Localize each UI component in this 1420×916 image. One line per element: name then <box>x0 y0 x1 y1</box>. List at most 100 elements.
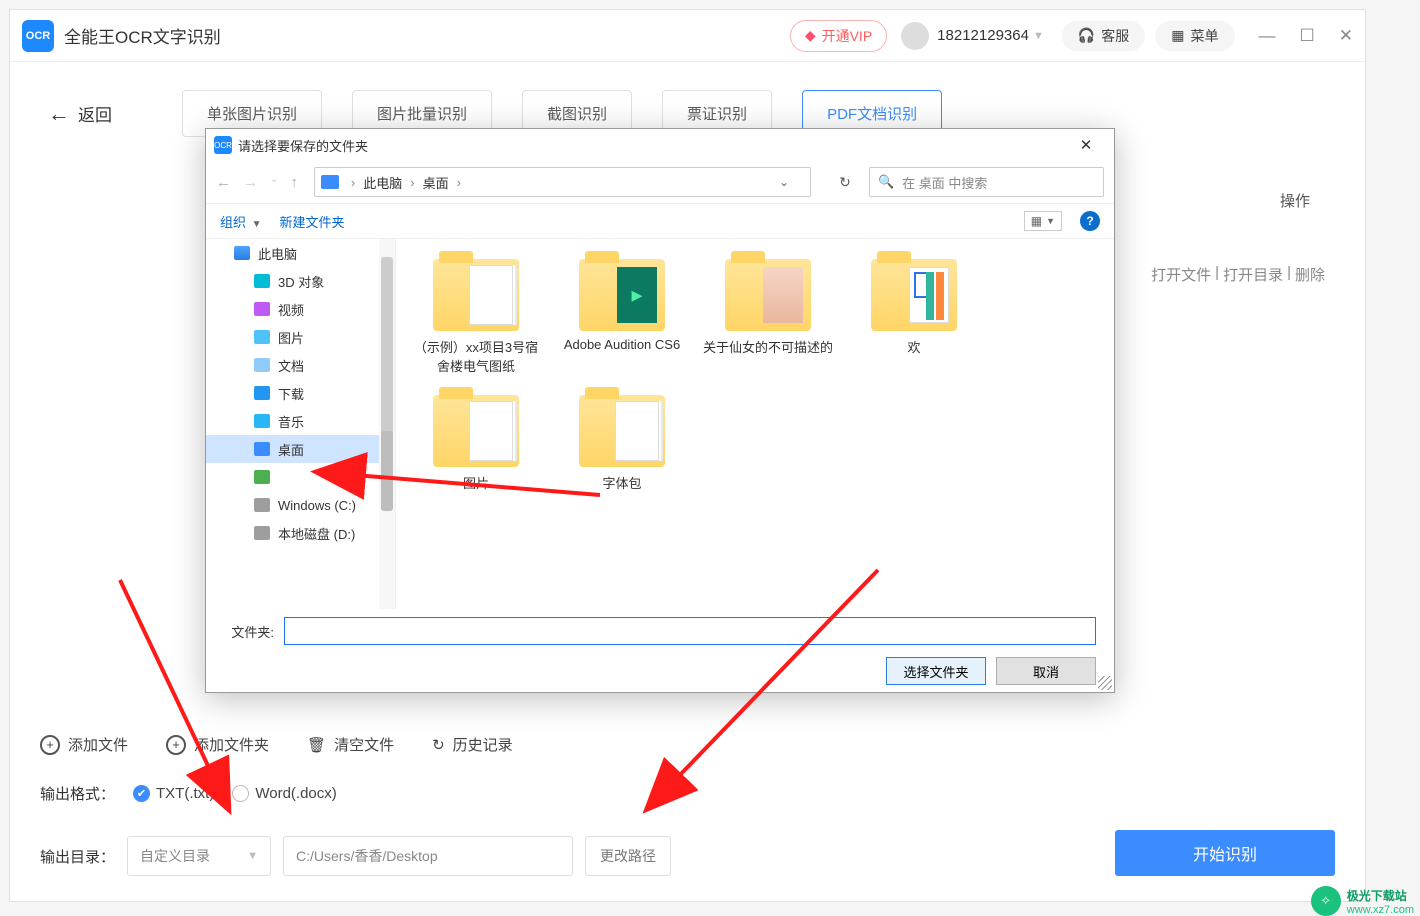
cancel-button[interactable]: 取消 <box>996 657 1096 685</box>
radio-txt[interactable]: ✔TXT(.txt) <box>133 785 214 802</box>
nav-refresh-button[interactable]: ↻ <box>827 174 863 191</box>
pic-icon <box>254 330 270 344</box>
headset-icon: 🎧 <box>1078 27 1095 44</box>
tree-item-此电脑[interactable]: 此电脑 <box>206 239 395 267</box>
tree-item-文档[interactable]: 文档 <box>206 351 395 379</box>
column-header-operations: 操作 <box>1280 190 1310 211</box>
dialog-close-button[interactable]: ✕ <box>1066 136 1106 154</box>
minimize-button[interactable]: — <box>1259 26 1276 46</box>
scrollbar-thumb[interactable] <box>381 257 393 457</box>
vip-label: 开通VIP <box>822 26 873 46</box>
resize-grip[interactable] <box>1098 676 1112 690</box>
folder-label: 字体包 <box>602 473 641 492</box>
tree-item-label: 下载 <box>278 384 304 403</box>
vip-button[interactable]: ◆ 开通VIP <box>790 20 887 52</box>
plus-icon: + <box>40 735 60 755</box>
scrollbar-thumb[interactable] <box>381 431 393 511</box>
app-logo: OCR <box>22 20 54 52</box>
folder-label: Adobe Audition CS6 <box>564 337 680 352</box>
customer-service-button[interactable]: 🎧 客服 <box>1062 21 1145 51</box>
back-label: 返回 <box>78 101 112 126</box>
clear-files-button[interactable]: 🗑清空文件 <box>307 734 394 755</box>
tree-item-8[interactable] <box>206 463 395 491</box>
video-icon <box>254 302 270 316</box>
tree-item-3D 对象[interactable]: 3D 对象 <box>206 267 395 295</box>
output-dir-label: 输出目录： <box>40 846 115 867</box>
action-open-file[interactable]: 打开文件 <box>1151 264 1211 285</box>
crumb-desktop[interactable]: 桌面 <box>423 173 449 192</box>
crumb-this-pc[interactable]: 此电脑 <box>363 173 402 192</box>
tree-item-图片[interactable]: 图片 <box>206 323 395 351</box>
start-recognize-button[interactable]: 开始识别 <box>1115 830 1335 876</box>
folder-icon <box>433 395 519 467</box>
select-folder-button[interactable]: 选择文件夹 <box>886 657 986 685</box>
breadcrumb-dropdown[interactable]: ⌄ <box>764 175 804 189</box>
back-button[interactable]: ← 返回 <box>48 101 112 127</box>
diamond-icon: ◆ <box>805 27 816 44</box>
watermark: ✧ 极光下载站 www.xz7.com <box>1311 886 1414 916</box>
folder-item[interactable]: 图片 <box>408 395 544 492</box>
tree-item-桌面[interactable]: 桌面 <box>206 435 395 463</box>
folder-icon <box>725 259 811 331</box>
output-dir-mode-select[interactable]: 自定义目录▼ <box>127 836 271 876</box>
help-button[interactable]: ? <box>1080 211 1100 231</box>
nav-up-button[interactable]: ↑ <box>290 174 298 191</box>
output-path-input[interactable]: C:/Users/香香/Desktop <box>283 836 573 876</box>
tree-item-下载[interactable]: 下载 <box>206 379 395 407</box>
folder-item[interactable]: 关于仙女的不可描述的 <box>700 259 836 375</box>
tree-item-label: 音乐 <box>278 412 304 431</box>
folder-grid: （示例）xx项目3号宿舍楼电气图纸▸Adobe Audition CS6 关于仙女… <box>396 239 1114 609</box>
tree-item-Windows (C:)[interactable]: Windows (C:) <box>206 491 395 519</box>
history-icon: ↻ <box>432 736 445 754</box>
action-open-dir[interactable]: 打开目录 <box>1223 264 1283 285</box>
history-button[interactable]: ↻历史记录 <box>432 734 513 755</box>
change-path-button[interactable]: 更改路径 <box>585 836 671 876</box>
breadcrumb[interactable]: › 此电脑 › 桌面 › ⌄ <box>314 167 811 197</box>
folder-label: 关于仙女的不可描述的 <box>703 337 833 356</box>
chevron-down-icon[interactable]: ▼ <box>1033 30 1044 42</box>
maximize-button[interactable]: ☐ <box>1300 26 1315 46</box>
menu-button[interactable]: ▦ 菜单 <box>1155 21 1234 51</box>
folder-item[interactable]: （示例）xx项目3号宿舍楼电气图纸 <box>408 259 544 375</box>
arrow-left-icon: ← <box>48 101 70 127</box>
user-phone[interactable]: 18212129364 <box>937 27 1029 44</box>
chevron-down-icon: ▼ <box>247 850 258 862</box>
check-icon: ✔ <box>133 785 150 802</box>
radio-docx[interactable]: Word(.docx) <box>232 785 336 802</box>
close-button[interactable]: ✕ <box>1339 26 1353 46</box>
nav-back-button[interactable]: ← <box>216 174 231 191</box>
dialog-title: 请选择要保存的文件夹 <box>238 136 368 155</box>
tree-item-label: 文档 <box>278 356 304 375</box>
nav-forward-button[interactable]: → <box>243 174 258 191</box>
pc-icon <box>234 246 250 260</box>
folder-item[interactable]: 欢 <box>846 259 982 375</box>
new-folder-button[interactable]: 新建文件夹 <box>280 212 345 231</box>
tree-item-本地磁盘 (D:)[interactable]: 本地磁盘 (D:) <box>206 519 395 547</box>
drive-icon <box>254 498 270 512</box>
tree-item-视频[interactable]: 视频 <box>206 295 395 323</box>
folder-icon <box>871 259 957 331</box>
add-folder-button[interactable]: +添加文件夹 <box>166 734 269 755</box>
grid-icon: ▦ <box>1171 27 1184 44</box>
watermark-text: 极光下载站 <box>1347 887 1414 904</box>
tree-item-音乐[interactable]: 音乐 <box>206 407 395 435</box>
nav-recent-button[interactable]: ⌄ <box>270 174 278 191</box>
organize-menu[interactable]: 组织 ▼ <box>220 212 262 231</box>
folder-name-input[interactable] <box>284 617 1096 645</box>
trash-icon: 🗑 <box>307 736 326 754</box>
folder-icon <box>579 395 665 467</box>
search-icon: 🔍 <box>878 174 894 190</box>
view-options-button[interactable]: ▦ ▼ <box>1024 211 1062 231</box>
search-input[interactable]: 🔍 在 桌面 中搜索 <box>869 167 1104 197</box>
app-title: 全能王OCR文字识别 <box>64 23 221 48</box>
tree-item-label: 桌面 <box>278 440 304 459</box>
folder-item[interactable]: 字体包 <box>554 395 690 492</box>
row-actions: 打开文件 | 打开目录 | 删除 <box>1151 264 1325 285</box>
folder-item[interactable]: ▸Adobe Audition CS6 <box>554 259 690 375</box>
dialog-logo: OCR <box>214 136 232 154</box>
avatar[interactable] <box>901 22 929 50</box>
action-delete[interactable]: 删除 <box>1295 264 1325 285</box>
add-file-button[interactable]: +添加文件 <box>40 734 128 755</box>
monitor-icon <box>321 175 339 189</box>
titlebar: OCR 全能王OCR文字识别 ◆ 开通VIP 18212129364 ▼ 🎧 客… <box>10 10 1365 62</box>
